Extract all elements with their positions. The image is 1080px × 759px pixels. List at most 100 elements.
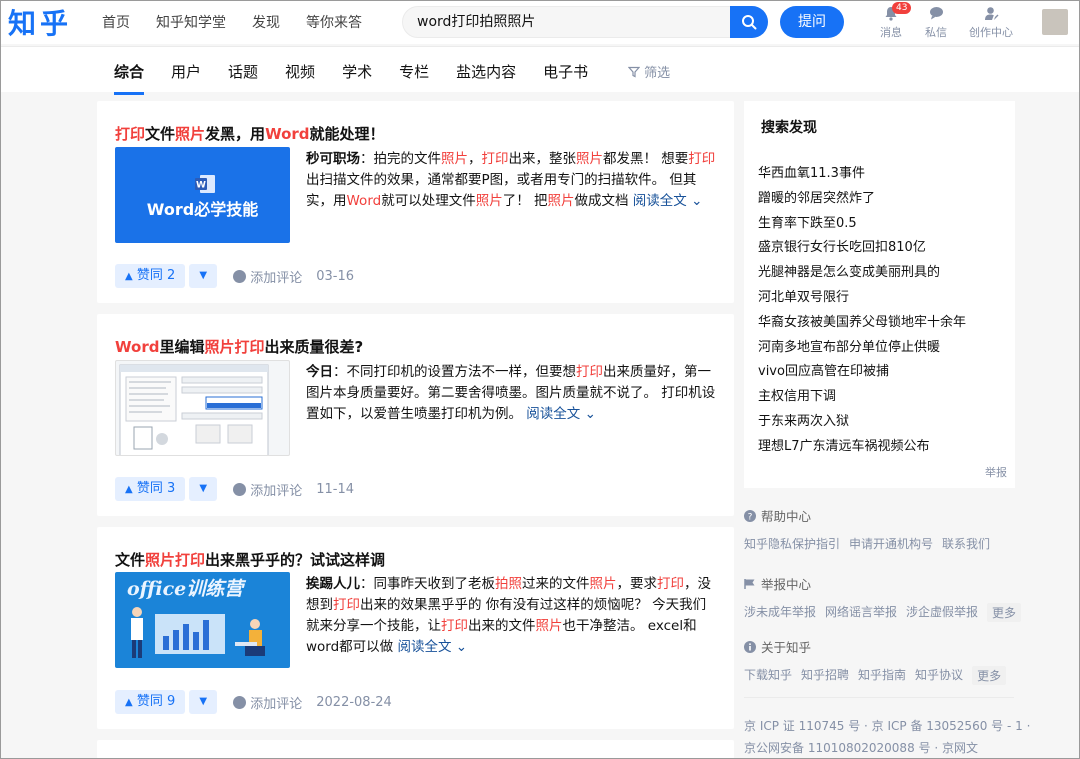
- result-excerpt[interactable]: 今日：不同打印机的设置方法不一样，但要想打印出来质量好，第一图片本身质量要好。第…: [306, 362, 718, 425]
- title-segment: 出来质量很差?: [264, 338, 364, 356]
- title-segment: Word: [265, 125, 310, 143]
- chat-icon: [925, 6, 947, 24]
- comment-label: 添加评论: [250, 270, 303, 286]
- hot-search-item[interactable]: 理想L7广东清远车祸视频公布: [758, 435, 966, 460]
- search-input[interactable]: [417, 13, 717, 29]
- excerpt-segment: ，要求: [616, 576, 658, 592]
- result-title[interactable]: 文件照片打印出来黑乎乎的？试试这样调: [115, 549, 385, 570]
- result-excerpt[interactable]: 挨踢人儿：同事昨天收到了老板拍照过来的文件照片，要求打印，没想到打印出来的效果黑…: [306, 574, 718, 658]
- result-thumbnail[interactable]: office训练营: [115, 572, 290, 668]
- footer-link[interactable]: 下载知乎: [744, 666, 792, 685]
- add-comment-button[interactable]: 添加评论: [233, 267, 302, 286]
- hot-search-item[interactable]: 主权信用下调: [758, 385, 966, 410]
- result-actions: ▲ 赞同 2 ▼ 添加评论 03-16: [115, 264, 354, 288]
- info-icon: [744, 640, 756, 653]
- result-date: 2022-08-24: [316, 694, 392, 710]
- read-more-link[interactable]: 阅读全文 ⌄: [633, 193, 703, 209]
- title-segment: 照片: [204, 338, 235, 356]
- upvote-label: 赞同 2: [136, 268, 176, 283]
- ask-button[interactable]: 提问: [780, 6, 844, 38]
- read-more-link[interactable]: 阅读全文 ⌄: [526, 406, 596, 422]
- nav-zhixuetang[interactable]: 知乎知学堂: [156, 12, 226, 32]
- footer-link[interactable]: 知乎招聘: [801, 666, 849, 685]
- read-more-link[interactable]: 阅读全文 ⌄: [397, 639, 467, 655]
- creator-center-label: 创作中心: [969, 26, 1013, 39]
- read-more-label: 阅读全文: [397, 639, 452, 655]
- footer-link[interactable]: 联系我们: [942, 535, 990, 552]
- nav-waiting-answers[interactable]: 等你来答: [306, 12, 362, 32]
- upvote-label: 赞同 3: [136, 481, 176, 496]
- downvote-button[interactable]: ▼: [189, 477, 218, 501]
- hot-search-item[interactable]: 生育率下跌至0.5: [758, 212, 966, 237]
- tab-comprehensive[interactable]: 综合: [114, 61, 145, 95]
- nav-discover[interactable]: 发现: [252, 12, 280, 32]
- hot-search-list: 华西血氧11.3事件 蹭暖的邻居突然炸了 生育率下跌至0.5 盛京银行女行长吃回…: [758, 162, 966, 460]
- avatar[interactable]: [1042, 9, 1068, 35]
- footer-link[interactable]: 知乎隐私保护指引: [744, 535, 840, 552]
- about-section: 关于知乎 下载知乎 知乎招聘 知乎指南 知乎协议 更多: [744, 637, 1014, 685]
- result-thumbnail[interactable]: [115, 360, 290, 456]
- result-title[interactable]: Word里编辑照片打印出来质量很差?: [115, 336, 363, 357]
- search-result-card: 打印文件照片发黑，用Word就能处理！ W Word必学技能 秒可职场：拍完的文…: [97, 101, 734, 303]
- private-messages-button[interactable]: 私信: [925, 6, 947, 40]
- hot-search-item[interactable]: vivo回应高管在印被捕: [758, 360, 966, 385]
- upvote-button[interactable]: ▲ 赞同 2: [115, 264, 186, 288]
- svg-text:?: ?: [748, 512, 753, 522]
- hot-search-item[interactable]: 华西血氧11.3事件: [758, 162, 966, 187]
- result-title[interactable]: 打印文件照片发黑，用Word就能处理！: [115, 123, 385, 144]
- read-more-label: 阅读全文: [632, 193, 687, 209]
- hot-search-item[interactable]: 蹭暖的邻居突然炸了: [758, 187, 966, 212]
- excerpt-segment: 照片: [576, 151, 603, 167]
- footer-link[interactable]: 知乎协议: [915, 666, 963, 685]
- result-thumbnail[interactable]: W Word必学技能: [115, 147, 290, 243]
- tab-topics[interactable]: 话题: [228, 61, 258, 82]
- hot-search-item[interactable]: 于东来两次入狱: [758, 410, 966, 435]
- excerpt-segment: 做成文档: [574, 193, 633, 209]
- creator-center-button[interactable]: 创作中心: [969, 6, 1013, 40]
- nav-home[interactable]: 首页: [102, 12, 130, 32]
- hot-search-item[interactable]: 河南多地宣布部分单位停止供暖: [758, 336, 966, 361]
- downvote-button[interactable]: ▼: [189, 690, 218, 714]
- icp-line[interactable]: 京 ICP 证 110745 号 · 京 ICP 备 13052560 号 - …: [744, 715, 1030, 737]
- triangle-down-icon: ▼: [199, 483, 208, 494]
- hot-search-item[interactable]: 华裔女孩被美国养父母锁地牢十余年: [758, 311, 966, 336]
- search-button[interactable]: [730, 6, 768, 38]
- more-button[interactable]: 更多: [972, 666, 1007, 685]
- footer-link[interactable]: 知乎指南: [858, 666, 906, 685]
- filter-button[interactable]: 筛选: [627, 62, 670, 81]
- title-segment: 照片: [175, 125, 206, 143]
- tab-columns[interactable]: 专栏: [399, 61, 429, 82]
- excerpt-segment: Word: [346, 193, 382, 209]
- downvote-button[interactable]: ▼: [189, 264, 218, 288]
- footer-link[interactable]: 网络谣言举报: [825, 603, 897, 622]
- footer-link[interactable]: 申请开通机构号: [849, 535, 933, 552]
- add-comment-button[interactable]: 添加评论: [233, 693, 302, 712]
- private-messages-label: 私信: [925, 26, 947, 39]
- tab-videos[interactable]: 视频: [285, 61, 315, 82]
- hot-search-item[interactable]: 光腿神器是怎么变成美丽刑具的: [758, 261, 966, 286]
- title-segment: 打印: [115, 125, 146, 143]
- tab-academic[interactable]: 学术: [342, 61, 372, 82]
- comment-label: 添加评论: [250, 483, 303, 499]
- hot-search-item[interactable]: 盛京银行女行长吃回扣810亿: [758, 236, 966, 261]
- zhihu-logo[interactable]: 知乎: [8, 2, 72, 42]
- excerpt-segment: 照片: [547, 193, 575, 209]
- chevron-down-icon: ⌄: [455, 639, 468, 655]
- tab-salt-content[interactable]: 盐选内容: [456, 61, 516, 82]
- icp-line[interactable]: 京公网安备 11010802020088 号 · 京网文: [744, 737, 1014, 759]
- add-comment-button[interactable]: 添加评论: [233, 480, 302, 499]
- result-excerpt[interactable]: 秒可职场：拍完的文件照片，打印出来，整张照片都发黑！ 想要打印出扫描文件的效果，…: [306, 149, 718, 212]
- tab-ebooks[interactable]: 电子书: [543, 61, 588, 82]
- tab-users[interactable]: 用户: [171, 61, 201, 82]
- excerpt-segment: 就可以处理文件: [381, 193, 476, 209]
- footer-link[interactable]: 涉企虚假举报: [906, 603, 978, 622]
- footer-link[interactable]: 涉未成年举报: [744, 603, 816, 622]
- upvote-button[interactable]: ▲ 赞同 9: [115, 690, 186, 714]
- hot-search-item[interactable]: 河北单双号限行: [758, 286, 966, 311]
- triangle-up-icon: ▲: [125, 697, 133, 708]
- title-segment: 发黑，用: [205, 125, 266, 143]
- report-link[interactable]: 举报: [985, 464, 1007, 480]
- more-button[interactable]: 更多: [987, 603, 1022, 622]
- messages-button[interactable]: 43 消息: [880, 2, 912, 40]
- upvote-button[interactable]: ▲ 赞同 3: [115, 477, 186, 501]
